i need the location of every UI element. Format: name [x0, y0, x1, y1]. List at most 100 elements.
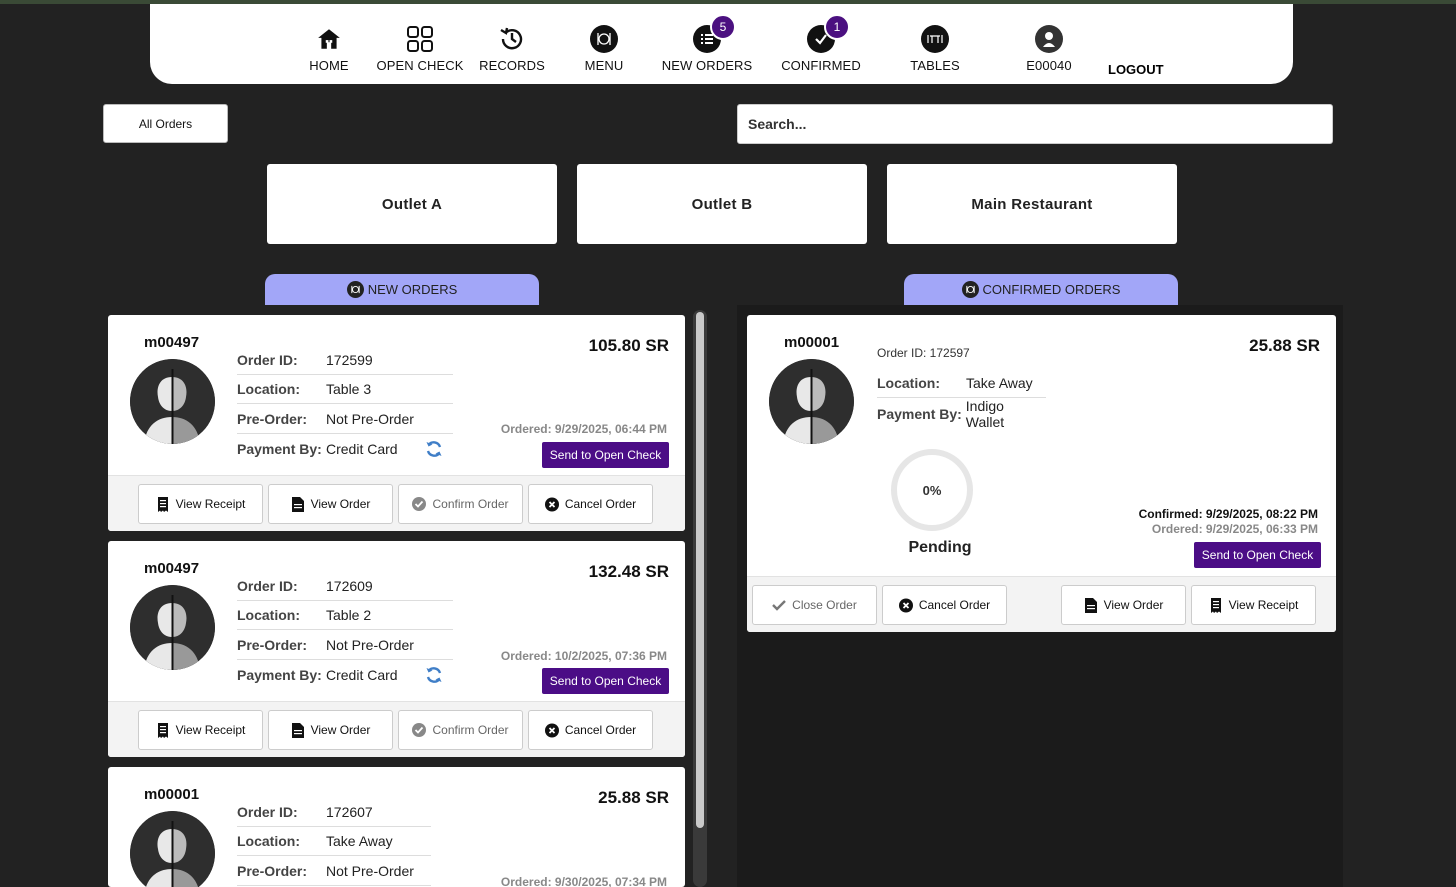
pre-order-value: Not Pre-Order: [326, 637, 414, 653]
cancel-order-button[interactable]: Cancel Order: [528, 484, 653, 524]
check-icon: 1: [806, 14, 850, 54]
view-receipt-label: View Receipt: [175, 723, 246, 737]
order-id-value: Order ID: 172597: [877, 346, 970, 360]
pre-order-value: Not Pre-Order: [326, 863, 414, 879]
location-value: Take Away: [326, 833, 393, 849]
avatar: [769, 359, 854, 444]
document-icon: [1084, 597, 1098, 613]
order-id-label: Order ID:: [237, 804, 298, 820]
pre-order-label: Pre-Order:: [237, 863, 308, 879]
confirmed-order-card: m00001 Order ID: 172597 Location: Take Aw…: [747, 315, 1336, 632]
send-to-open-check-button[interactable]: Send to Open Check: [542, 668, 669, 694]
send-to-open-check-button[interactable]: Send to Open Check: [1194, 542, 1321, 568]
history-icon: [497, 24, 527, 54]
location-row: Location: Take Away: [237, 827, 431, 856]
main-restaurant-button[interactable]: Main Restaurant: [887, 164, 1177, 244]
payment-label: Payment By:: [237, 440, 322, 457]
order-id-row: Order ID: 172607: [237, 798, 431, 827]
ordered-timestamp: Ordered: 9/30/2025, 07:34 PM: [500, 875, 667, 887]
location-row: Location: Table 3: [237, 375, 453, 404]
order-id-label: Order ID:: [237, 352, 298, 368]
ordered-timestamp: Ordered: 9/29/2025, 06:44 PM: [500, 422, 667, 436]
avatar: [130, 811, 215, 887]
payment-value: Indigo Wallet: [965, 397, 1005, 430]
confirmed-orders-section-tab: CONFIRMED ORDERS: [904, 274, 1178, 305]
nav-tables[interactable]: TABLES: [880, 24, 990, 73]
outlet-b-button[interactable]: Outlet B: [577, 164, 867, 244]
order-id-label: Order ID:: [237, 578, 298, 594]
document-icon: [291, 722, 305, 738]
receipt-icon: [1209, 597, 1223, 613]
user-icon: [1034, 24, 1064, 54]
check-circle-icon: [412, 723, 427, 737]
cancel-order-button[interactable]: Cancel Order: [882, 585, 1007, 625]
nav-tables-label: TABLES: [910, 58, 960, 73]
pre-order-row: Pre-Order: Not Pre-Order: [237, 405, 453, 434]
view-order-button[interactable]: View Order: [268, 484, 393, 524]
refresh-icon[interactable]: [424, 439, 444, 459]
view-order-button[interactable]: View Order: [1061, 585, 1186, 625]
order-amount: 25.88 SR: [598, 788, 669, 807]
logout-link[interactable]: LOGOUT: [1108, 62, 1164, 77]
card-actions: Close Order Cancel Order View Order View…: [747, 576, 1336, 632]
nav-new-orders-label: NEW ORDERS: [661, 58, 753, 73]
order-status: Pending: [908, 539, 972, 556]
nav-new-orders[interactable]: 5 NEW ORDERS: [652, 14, 762, 73]
order-id-value: 172609: [326, 578, 373, 594]
view-receipt-button[interactable]: View Receipt: [138, 484, 263, 524]
location-label: Location:: [237, 833, 300, 849]
new-orders-scrollbar-thumb[interactable]: [696, 312, 704, 828]
receipt-icon: [156, 496, 170, 512]
payment-label: Payment By:: [877, 405, 962, 422]
location-label: Location:: [237, 607, 300, 623]
cancel-order-label: Cancel Order: [564, 723, 637, 737]
view-receipt-button[interactable]: View Receipt: [138, 710, 263, 750]
customer-id: m00497: [144, 560, 200, 577]
list-icon: 5: [692, 14, 736, 54]
new-orders-section-tab: NEW ORDERS: [265, 274, 539, 305]
confirm-order-button[interactable]: Confirm Order: [398, 710, 523, 750]
customer-id: m00497: [144, 334, 200, 351]
refresh-icon[interactable]: [424, 665, 444, 685]
confirm-order-button[interactable]: Confirm Order: [398, 484, 523, 524]
progress-percent: 0%: [922, 482, 942, 498]
view-receipt-label: View Receipt: [175, 497, 246, 511]
location-row: Location: Table 2: [237, 601, 453, 630]
top-nav: HOME OPEN CHECK RECORDS MENU 5 NEW ORDER…: [150, 4, 1293, 84]
pre-order-value: Not Pre-Order: [326, 411, 414, 427]
nav-user[interactable]: E00040: [994, 24, 1104, 73]
cancel-order-label: Cancel Order: [564, 497, 637, 511]
customer-id: m00001: [144, 786, 200, 803]
ordered-timestamp: Ordered: 10/2/2025, 07:36 PM: [500, 649, 667, 663]
location-value: Take Away: [966, 375, 1033, 391]
location-label: Location:: [237, 381, 300, 397]
view-order-label: View Order: [310, 723, 371, 737]
new-orders-badge: 5: [710, 14, 736, 40]
payment-row: Payment By: Credit Card: [237, 660, 453, 689]
nav-menu[interactable]: MENU: [549, 24, 659, 73]
view-order-button[interactable]: View Order: [268, 710, 393, 750]
confirm-order-label: Confirm Order: [432, 497, 509, 511]
check-icon: [772, 598, 787, 612]
cancel-order-button[interactable]: Cancel Order: [528, 710, 653, 750]
nav-confirmed[interactable]: 1 CONFIRMED: [766, 14, 876, 73]
search-input[interactable]: [737, 104, 1333, 144]
send-to-open-check-button[interactable]: Send to Open Check: [542, 442, 669, 468]
cancel-circle-icon: [544, 723, 559, 737]
pre-order-label: Pre-Order:: [237, 637, 308, 653]
outlet-a-button[interactable]: Outlet A: [267, 164, 557, 244]
payment-row: Payment By: Credit Card: [237, 434, 453, 463]
order-amount: 132.48 SR: [588, 562, 669, 581]
utensils-icon: [589, 24, 619, 54]
new-order-card: m00001 Order ID: 172607 Location: Take Awa…: [108, 767, 685, 887]
close-order-button[interactable]: Close Order: [752, 585, 877, 625]
cancel-circle-icon: [544, 497, 559, 511]
nav-confirmed-label: CONFIRMED: [781, 58, 861, 73]
payment-value: Credit Card: [326, 440, 398, 457]
cancel-order-label: Cancel Order: [918, 598, 991, 612]
payment-label: Payment By:: [237, 666, 322, 683]
view-receipt-button[interactable]: View Receipt: [1191, 585, 1316, 625]
location-value: Table 3: [326, 381, 372, 397]
confirmed-timestamp: Confirmed: 9/29/2025, 08:22 PM: [1138, 507, 1318, 521]
all-orders-dropdown[interactable]: All Orders: [103, 104, 228, 143]
